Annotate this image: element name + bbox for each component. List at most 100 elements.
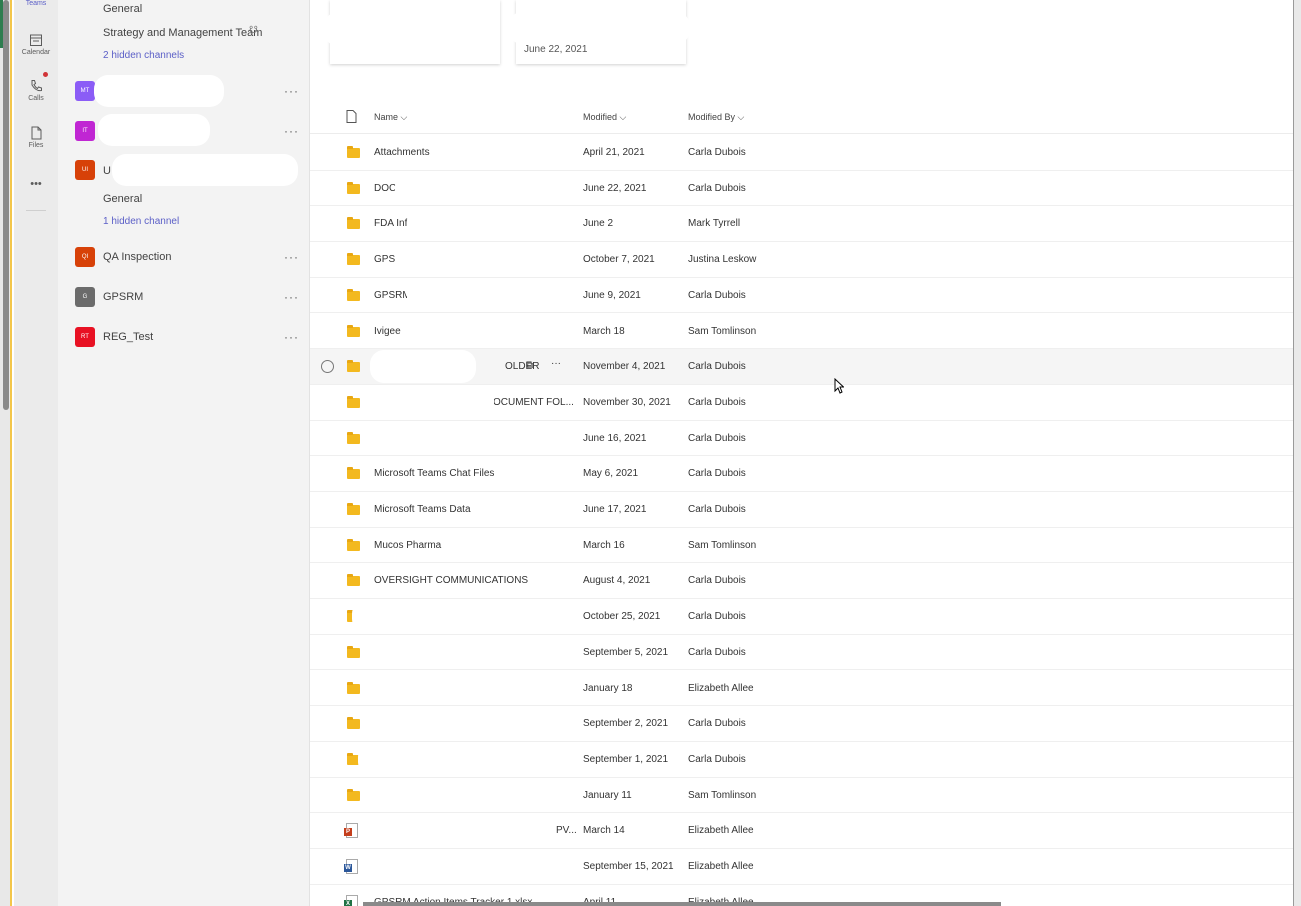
share-icon[interactable]: ⧉ <box>526 360 533 371</box>
teams-rail-label: Teams <box>25 0 47 7</box>
file-row[interactable]: January 18 Elizabeth Allee <box>310 671 1293 707</box>
file-name[interactable]: Ivigee <box>374 326 401 337</box>
file-name[interactable]: DOC <box>374 183 396 194</box>
name-column-header[interactable]: Name ⌵ <box>374 112 407 123</box>
file-name[interactable]: FDA Inf <box>374 218 407 229</box>
recent-file-card[interactable] <box>324 0 500 64</box>
redacted-file-name <box>362 814 548 848</box>
team-more-button[interactable]: ··· <box>284 330 299 344</box>
file-name[interactable]: Mucos Pharma <box>374 540 441 551</box>
file-name[interactable]: OCUMENT FOL... <box>493 397 574 408</box>
file-name[interactable]: Microsoft Teams Chat Files <box>374 468 494 479</box>
modified-date: April 21, 2021 <box>583 147 645 158</box>
modified-date: September 5, 2021 <box>583 646 669 658</box>
modified-by: Carla Dubois <box>688 468 746 480</box>
file-row[interactable]: September 1, 2021 Carla Dubois <box>310 742 1293 778</box>
row-more-button[interactable]: ··· <box>551 358 561 369</box>
redacted-file-name <box>362 421 437 455</box>
modified-date: November 30, 2021 <box>583 396 671 408</box>
rail-teams[interactable]: Teams <box>14 0 58 7</box>
folder-icon <box>347 217 360 230</box>
redacted-file-name <box>364 850 494 883</box>
team-more-button[interactable]: ··· <box>284 124 299 138</box>
redacted-team-name <box>98 114 210 146</box>
calendar-icon <box>29 33 43 47</box>
modified-date: June 2 <box>583 218 614 230</box>
file-row[interactable]: January 11 Sam Tomlinson <box>310 778 1293 814</box>
file-name[interactable]: PV... <box>556 825 577 836</box>
files-icon <box>29 126 43 140</box>
file-row[interactable]: OLDER ⧉ ··· November 4, 2021 Carla Dubois <box>310 349 1293 385</box>
modified-by: Carla Dubois <box>688 396 746 408</box>
folder-icon <box>347 431 360 444</box>
team-more-button[interactable]: ··· <box>284 250 299 264</box>
file-row[interactable]: GPSI October 7, 2021 Justina Leskow <box>310 242 1293 278</box>
modified-date: September 15, 2021 <box>583 861 674 872</box>
file-row[interactable]: September 5, 2021 Carla Dubois <box>310 635 1293 671</box>
folder-icon <box>347 288 360 301</box>
file-row[interactable]: GPSRM June 9, 2021 Carla Dubois <box>310 278 1293 314</box>
file-name[interactable]: GPSRM <box>374 290 411 301</box>
folder-icon <box>347 538 360 551</box>
file-name[interactable]: OLDER <box>505 361 539 372</box>
file-row[interactable]: September 2, 2021 Carla Dubois <box>310 706 1293 742</box>
modified-by: Sam Tomlinson <box>688 539 757 551</box>
hidden-channels-link[interactable]: 2 hidden channels <box>103 50 184 61</box>
modified-by: Carla Dubois <box>688 147 746 158</box>
file-row[interactable]: OVERSIGHT COMMUNICATIONS August 4, 2021 Ca… <box>310 563 1293 600</box>
file-row[interactable]: OCUMENT FOL... November 30, 2021 Carla Dub… <box>310 385 1293 421</box>
channel-general[interactable]: General <box>103 193 142 205</box>
folder-icon <box>347 788 360 801</box>
folder-icon <box>347 681 360 694</box>
modified-date: March 14 <box>583 825 625 837</box>
team-more-button[interactable]: ··· <box>284 290 299 304</box>
team-name-gpsrm[interactable]: GPSRM <box>103 291 143 303</box>
mouse-cursor-icon <box>834 377 845 397</box>
modified-date: June 17, 2021 <box>583 504 647 515</box>
file-row[interactable]: P PV... March 14 Elizabeth Allee <box>310 813 1293 849</box>
file-name[interactable]: OVERSIGHT COMMUNICATIONS <box>374 575 528 586</box>
modified-date: March 16 <box>583 539 625 551</box>
rail-calls[interactable]: Calls <box>14 72 58 102</box>
team-more-button[interactable]: ··· <box>284 84 299 98</box>
team-name-reg-test[interactable]: REG_Test <box>103 331 153 343</box>
teams-sidebar: General Strategy and Management Team ☋ 2… <box>58 0 310 906</box>
folder-icon <box>347 645 360 658</box>
file-row[interactable]: Attachments April 21, 2021 Carla Dubois <box>310 135 1293 171</box>
file-row[interactable]: DOC June 22, 2021 Carla Dubois <box>310 171 1293 207</box>
modified-date: May 6, 2021 <box>583 468 639 480</box>
rail-calendar[interactable]: Calendar <box>14 33 58 56</box>
file-row[interactable]: Mucos Pharma March 16 Sam Tomlinson <box>310 528 1293 564</box>
team-name[interactable]: U <box>103 165 111 177</box>
file-name[interactable]: Attachments <box>374 147 430 158</box>
file-row[interactable]: June 16, 2021 Carla Dubois <box>310 421 1293 457</box>
file-row[interactable]: W September 15, 2021 Elizabeth Allee <box>310 849 1293 885</box>
modified-by: Mark Tyrrell <box>688 218 741 230</box>
modified-column-header[interactable]: Modified ⌵ <box>583 112 626 123</box>
team-avatar: IT <box>75 121 95 141</box>
row-select-radio[interactable] <box>321 360 334 374</box>
redacted-team-name <box>112 154 298 186</box>
powerpoint-file-icon: P <box>344 823 358 839</box>
channel-general[interactable]: General <box>103 3 142 15</box>
redacted-file-name <box>370 778 570 812</box>
hidden-channels-link[interactable]: 1 hidden channel <box>103 216 179 227</box>
recent-file-card[interactable]: June 22, 2021 <box>508 0 690 64</box>
file-row[interactable]: Ivigee March 18 Sam Tomlinson <box>310 314 1293 350</box>
team-name-qa-inspection[interactable]: QA Inspection <box>103 251 172 263</box>
file-row[interactable]: October 25, 2021 Carla Dubois <box>310 599 1293 635</box>
file-name[interactable]: Microsoft Teams Data <box>374 504 471 515</box>
redacted-file-name <box>358 742 448 776</box>
horizontal-scrollbar[interactable] <box>363 902 1001 906</box>
channel-strategy[interactable]: Strategy and Management Team <box>103 27 262 39</box>
redacted-card-title <box>508 12 690 44</box>
vertical-scrollbar[interactable] <box>3 0 9 410</box>
file-row[interactable]: Microsoft Teams Chat Files May 6, 2021 Car… <box>310 456 1293 492</box>
rail-files[interactable]: Files <box>14 126 58 149</box>
rail-more-apps[interactable]: ••• <box>14 178 58 190</box>
modified-date: March 18 <box>583 325 625 337</box>
file-row[interactable]: FDA Inf June 2 Mark Tyrrell <box>310 206 1293 243</box>
modified-by: Carla Dubois <box>688 646 746 658</box>
file-row[interactable]: Microsoft Teams Data June 17, 2021 Carla D… <box>310 492 1293 528</box>
modified-by-column-header[interactable]: Modified By ⌵ <box>688 112 744 123</box>
